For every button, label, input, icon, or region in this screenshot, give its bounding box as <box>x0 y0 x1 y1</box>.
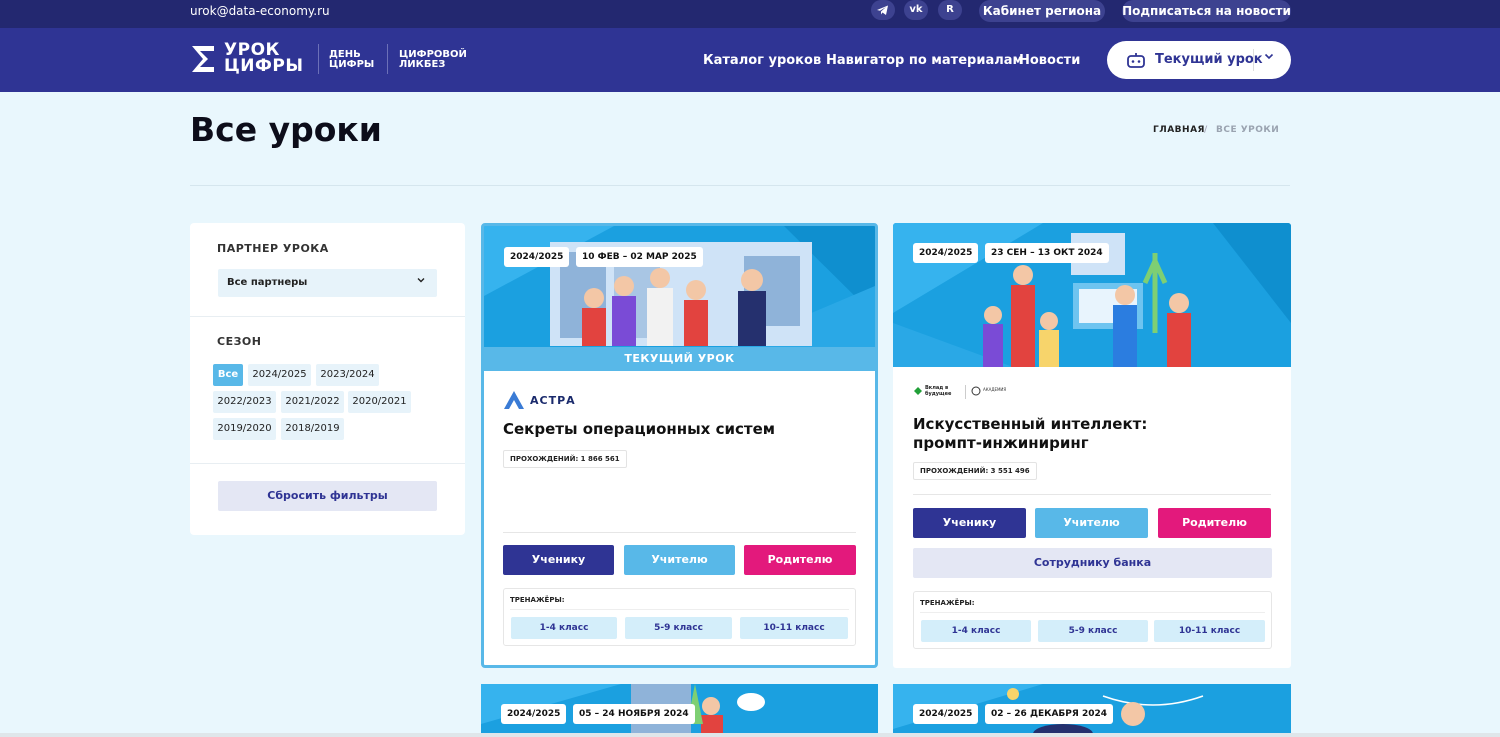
partner-name-2: АКАДЕМИЯ <box>983 387 1007 392</box>
teacher-button[interactable]: Учителю <box>1035 508 1148 538</box>
logo-divider <box>318 44 319 74</box>
telegram-icon[interactable] <box>871 0 895 20</box>
season-tag: 2024/2025 <box>913 243 979 263</box>
lesson-illustration[interactable]: 2024/2025 10 ФЕВ – 02 МАР 2025 <box>484 226 875 350</box>
lesson-title[interactable]: Секреты операционных систем <box>503 420 775 439</box>
filters-panel: ПАРТНЕР УРОКА Все партнеры СЕЗОН Все 202… <box>190 223 465 535</box>
subscribe-news-button[interactable]: Подписаться на новости <box>1122 0 1291 22</box>
breadcrumb-home[interactable]: ГЛАВНАЯ <box>1153 125 1205 135</box>
teacher-button[interactable]: Учителю <box>624 545 735 575</box>
chevron-down-icon <box>417 276 425 287</box>
student-button[interactable]: Ученику <box>913 508 1026 538</box>
breadcrumb-current: ВСЕ УРОКИ <box>1216 125 1280 135</box>
partner-divider <box>965 385 966 399</box>
season-chip-2018-2019[interactable]: 2018/2019 <box>281 418 344 440</box>
filter-divider <box>190 316 465 317</box>
trainers-label: ТРЕНАЖЁРЫ: <box>920 599 975 607</box>
grade-10-11-button[interactable]: 10-11 класс <box>1154 620 1265 642</box>
trainers-divider <box>510 609 849 610</box>
current-lesson-banner: ТЕКУЩИЙ УРОК <box>484 347 875 371</box>
current-lesson-label: Текущий урок <box>1155 52 1263 67</box>
nav-navigator[interactable]: Навигатор по материалам <box>826 53 1023 68</box>
robot-icon <box>1127 53 1145 68</box>
dates-tag: 05 – 24 НОЯБРЯ 2024 <box>573 704 695 724</box>
lesson-title[interactable]: Искусственный интеллект: промпт-инжинири… <box>913 415 1147 453</box>
logo-digital-literacy[interactable]: ЦИФРОВОЙ ЛИКБЕЗ <box>399 50 467 70</box>
viewport-edge <box>0 733 1500 737</box>
reset-filters-button[interactable]: Сбросить фильтры <box>218 481 437 511</box>
vk-icon[interactable]: vk <box>904 0 928 20</box>
astra-logo-icon <box>504 391 524 409</box>
passes-count: ПРОХОЖДЕНИЙ: 1 866 561 <box>503 450 627 468</box>
passes-count: ПРОХОЖДЕНИЙ: 3 551 496 <box>913 462 1037 480</box>
grade-5-9-button[interactable]: 5-9 класс <box>1038 620 1148 642</box>
region-cabinet-button[interactable]: Кабинет региона <box>979 0 1105 22</box>
logo-mark-icon[interactable] <box>190 43 216 75</box>
partner-name: АСТРА <box>530 394 576 407</box>
top-strip: urok@data-economy.ru vk R Кабинет регион… <box>0 0 1500 28</box>
logo-day-of-digit[interactable]: ДЕНЬ ЦИФРЫ <box>329 50 374 70</box>
trainers-box: ТРЕНАЖЁРЫ: 1-4 класс 5-9 класс 10-11 кла… <box>913 591 1272 649</box>
season-chip-2019-2020[interactable]: 2019/2020 <box>213 418 276 440</box>
grade-1-4-button[interactable]: 1-4 класс <box>921 620 1031 642</box>
card-divider <box>913 494 1271 495</box>
partner-logo: Вклад в будущее АКАДЕМИЯ <box>913 385 1053 405</box>
logo-divider <box>387 44 388 74</box>
parent-button[interactable]: Родителю <box>1158 508 1271 538</box>
partner-select-value: Все партнеры <box>227 277 308 288</box>
grade-10-11-button[interactable]: 10-11 класс <box>740 617 848 639</box>
season-tag: 2024/2025 <box>501 704 567 724</box>
trainers-box: ТРЕНАЖЁРЫ: 1-4 класс 5-9 класс 10-11 кла… <box>503 588 856 646</box>
season-chip-2023-2024[interactable]: 2023/2024 <box>316 364 379 386</box>
chevron-down-icon[interactable] <box>1264 50 1274 64</box>
season-filter-label: СЕЗОН <box>217 335 262 348</box>
bank-employee-button[interactable]: Сотруднику банка <box>913 548 1272 578</box>
trainers-divider <box>920 612 1265 613</box>
dates-tag: 02 – 26 ДЕКАБРЯ 2024 <box>985 704 1114 724</box>
page-title: Все уроки <box>190 110 382 149</box>
nav-catalog[interactable]: Каталог уроков <box>703 53 821 68</box>
season-tag: 2024/2025 <box>504 247 570 267</box>
logo-text[interactable]: УРОК ЦИФРЫ <box>224 42 303 75</box>
vklad-logo-icon <box>914 387 922 395</box>
academy-logo-icon <box>971 386 981 396</box>
lesson-illustration[interactable]: 2024/2025 23 СЕН – 13 ОКТ 2024 <box>893 223 1291 367</box>
student-button[interactable]: Ученику <box>503 545 614 575</box>
dates-tag: 10 ФЕВ – 02 МАР 2025 <box>576 247 703 267</box>
lesson-card[interactable]: 2024/2025 02 – 26 ДЕКАБРЯ 2024 <box>893 684 1291 737</box>
trainers-label: ТРЕНАЖЁРЫ: <box>510 596 565 604</box>
site-header: УРОК ЦИФРЫ ДЕНЬ ЦИФРЫ ЦИФРОВОЙ ЛИКБЕЗ Ка… <box>0 28 1500 92</box>
dates-tag: 23 СЕН – 13 ОКТ 2024 <box>985 243 1109 263</box>
nav-news[interactable]: Новости <box>1019 53 1080 68</box>
partner-logo: АСТРА <box>503 390 623 412</box>
title-divider <box>190 185 1290 186</box>
button-divider <box>1253 49 1254 71</box>
partner-filter-label: ПАРТНЕР УРОКА <box>217 242 329 255</box>
grade-1-4-button[interactable]: 1-4 класс <box>511 617 617 639</box>
season-tag: 2024/2025 <box>913 704 979 724</box>
rutube-icon[interactable]: R <box>938 0 962 20</box>
card-divider <box>503 532 856 533</box>
season-chip-2021-2022[interactable]: 2021/2022 <box>281 391 344 413</box>
season-chip-2020-2021[interactable]: 2020/2021 <box>348 391 411 413</box>
contact-email[interactable]: urok@data-economy.ru <box>190 4 330 18</box>
season-chip-2022-2023[interactable]: 2022/2023 <box>213 391 276 413</box>
partner-name: Вклад в будущее <box>925 385 952 397</box>
breadcrumb-separator: / <box>1204 125 1208 135</box>
grade-5-9-button[interactable]: 5-9 класс <box>625 617 732 639</box>
season-chip-all[interactable]: Все <box>213 364 243 386</box>
lesson-card[interactable]: 2024/2025 23 СЕН – 13 ОКТ 2024 Вклад в б… <box>893 223 1291 668</box>
partner-select[interactable]: Все партнеры <box>218 269 437 297</box>
season-chip-2024-2025[interactable]: 2024/2025 <box>248 364 311 386</box>
current-lesson-button[interactable]: Текущий урок <box>1107 41 1291 79</box>
lesson-card[interactable]: 2024/2025 10 ФЕВ – 02 МАР 2025 ТЕКУЩИЙ У… <box>481 223 878 668</box>
filter-divider <box>190 463 465 464</box>
lesson-illustration[interactable]: 2024/2025 02 – 26 ДЕКАБРЯ 2024 <box>893 684 1291 737</box>
lesson-card[interactable]: 2024/2025 05 – 24 НОЯБРЯ 2024 <box>481 684 878 737</box>
lesson-illustration[interactable]: 2024/2025 05 – 24 НОЯБРЯ 2024 <box>481 684 878 737</box>
parent-button[interactable]: Родителю <box>744 545 856 575</box>
